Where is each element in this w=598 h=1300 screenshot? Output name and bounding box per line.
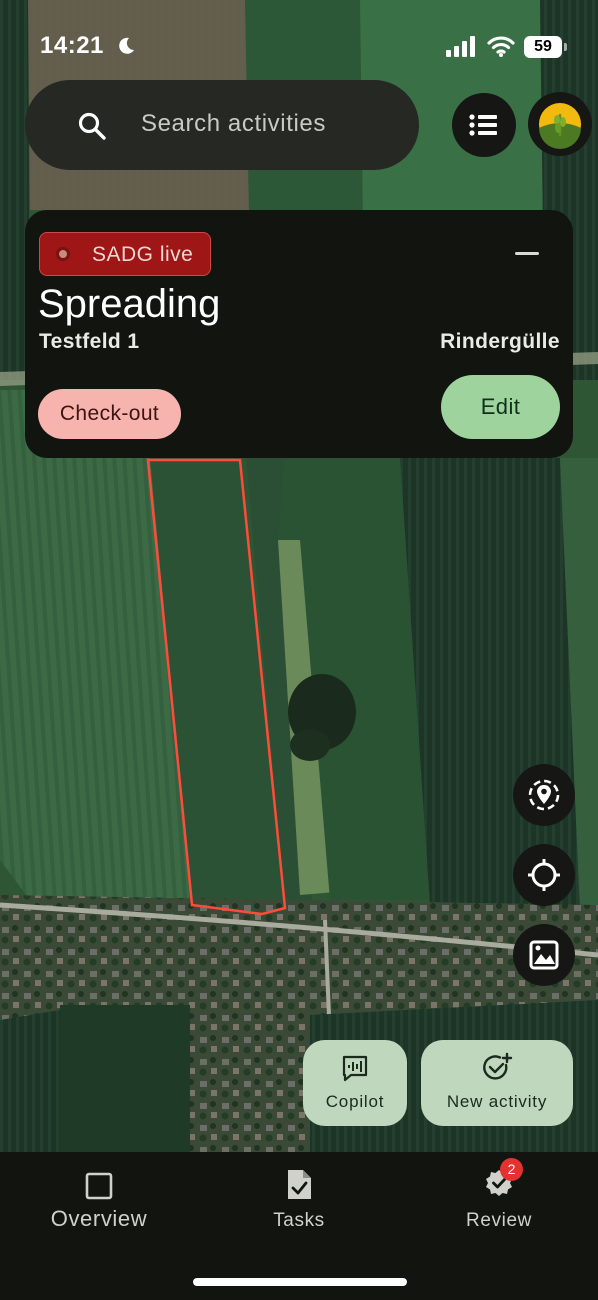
live-status-label: SADG live	[92, 243, 194, 266]
search-bar[interactable]: Search activities	[25, 80, 419, 170]
signal-icon	[446, 36, 475, 57]
nav-item-overview[interactable]: Overview	[19, 1152, 179, 1252]
activity-title: Spreading	[38, 282, 221, 326]
my-location-icon	[528, 859, 560, 891]
edit-button[interactable]: Edit	[441, 375, 560, 439]
wifi-icon	[487, 36, 515, 57]
live-indicator-icon	[56, 247, 70, 261]
battery-tip	[564, 43, 567, 51]
avatar	[539, 103, 581, 149]
my-location-button[interactable]	[513, 844, 575, 906]
profile-button[interactable]	[528, 92, 592, 156]
list-view-button[interactable]	[452, 93, 516, 157]
add-activity-icon	[483, 1052, 513, 1080]
live-status-badge: SADG live	[39, 232, 211, 276]
nav-item-review[interactable]: 2 Review	[419, 1152, 579, 1252]
location-settings-button[interactable]	[513, 764, 575, 826]
status-time: 14:21	[40, 32, 104, 59]
location-settings-icon	[528, 779, 560, 811]
status-bar: 14:21 59	[0, 0, 598, 80]
overview-icon	[85, 1172, 113, 1200]
field-name: Testfeld 1	[39, 330, 140, 353]
tasks-icon	[288, 1170, 311, 1199]
product-name: Rindergülle	[440, 330, 560, 353]
active-activity-card: SADG live Spreading Testfeld 1 Rindergül…	[25, 210, 573, 458]
minimize-icon[interactable]	[515, 252, 539, 255]
new-activity-label: New activity	[446, 1092, 548, 1111]
nav-label-review: Review	[466, 1210, 532, 1231]
copilot-label: Copilot	[325, 1092, 385, 1111]
check-out-button[interactable]: Check-out	[38, 389, 181, 439]
new-activity-button[interactable]: New activity	[421, 1040, 573, 1126]
list-icon	[469, 114, 497, 136]
nav-item-tasks[interactable]: Tasks	[219, 1152, 379, 1252]
copilot-icon	[342, 1055, 368, 1082]
moon-icon	[119, 37, 134, 54]
home-indicator[interactable]	[193, 1278, 407, 1286]
search-icon	[78, 112, 106, 140]
review-count-badge: 2	[500, 1158, 523, 1181]
copilot-button[interactable]: Copilot	[303, 1040, 407, 1126]
nav-label-overview: Overview	[50, 1206, 148, 1231]
battery-icon: 59	[524, 36, 562, 58]
search-input[interactable]: Search activities	[141, 110, 326, 138]
nav-label-tasks: Tasks	[273, 1210, 325, 1231]
map-layer-button[interactable]	[513, 924, 575, 986]
map-layer-icon	[529, 940, 559, 970]
